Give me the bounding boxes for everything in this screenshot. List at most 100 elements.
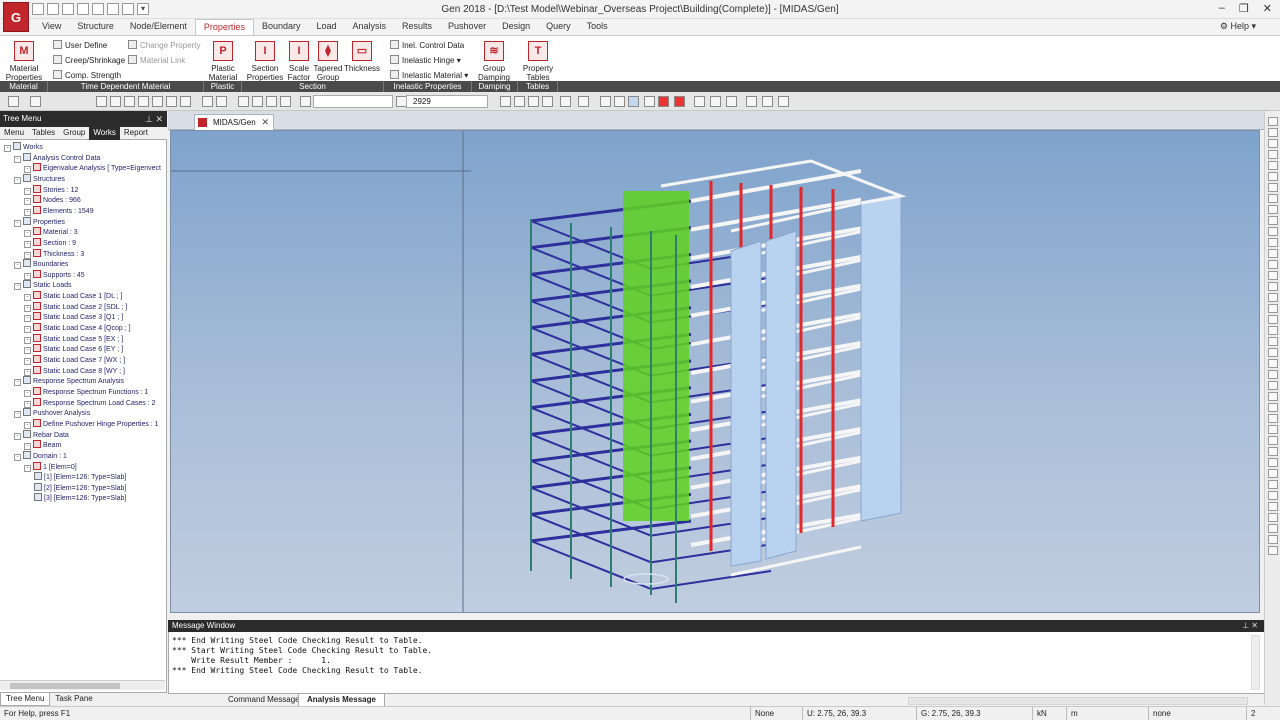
right-toolbar-button[interactable] (1268, 337, 1278, 346)
select-all-icon[interactable] (180, 96, 191, 107)
expand-toggle-icon[interactable]: - (24, 251, 31, 259)
rotate-icon[interactable] (542, 96, 553, 107)
tree-node[interactable]: - Section : 9 (24, 237, 76, 248)
structural-model[interactable] (171, 131, 1260, 613)
right-toolbar-button[interactable] (1268, 447, 1278, 456)
right-toolbar-button[interactable] (1268, 117, 1278, 126)
tree-node[interactable]: - Static Load Case 4 [Qcop ; ] (24, 323, 131, 334)
tree-horizontal-scrollbar[interactable] (0, 680, 165, 690)
activate-icon[interactable] (238, 96, 249, 107)
expand-toggle-icon[interactable]: - (14, 262, 21, 270)
expand-toggle-icon[interactable]: - (24, 166, 31, 174)
comp-strength-button[interactable]: Comp. Strength (53, 70, 121, 80)
tree-node[interactable]: - Properties (14, 216, 65, 227)
hidden-view-icon[interactable] (628, 96, 639, 107)
tree-node[interactable]: - Structures (14, 173, 65, 184)
tab-task-pane[interactable]: Task Pane (50, 693, 97, 706)
property-tables-button[interactable]: T Property Tables (520, 41, 556, 82)
expand-toggle-icon[interactable]: - (24, 326, 31, 334)
expand-toggle-icon[interactable]: - (24, 464, 31, 472)
tree-node[interactable]: - Beam (24, 440, 61, 451)
select-by-combo[interactable] (313, 95, 393, 108)
right-toolbar-button[interactable] (1268, 271, 1278, 280)
tab-view[interactable]: View (34, 19, 69, 35)
scale-factor-button[interactable]: I Scale Factor (285, 41, 313, 82)
right-toolbar-button[interactable] (1268, 425, 1278, 434)
close-icon[interactable]: ✕ (1251, 621, 1258, 630)
expand-toggle-icon[interactable]: - (24, 208, 31, 216)
expand-toggle-icon[interactable]: - (24, 389, 31, 397)
refresh-icon[interactable] (778, 96, 789, 107)
material-properties-button[interactable]: M Material Properties (5, 41, 43, 82)
right-toolbar-button[interactable] (1268, 370, 1278, 379)
thickness-button[interactable]: ▭ Thickness (344, 41, 380, 73)
creep-shrinkage-button[interactable]: Creep/Shrinkage (53, 55, 125, 65)
right-toolbar-button[interactable] (1268, 315, 1278, 324)
expand-toggle-icon[interactable]: - (14, 411, 21, 419)
tree-node[interactable]: - Works (4, 142, 43, 152)
force-unit-select[interactable]: kN (1032, 707, 1066, 720)
node-number-icon[interactable] (710, 96, 721, 107)
model-viewport[interactable] (170, 130, 1260, 613)
right-toolbar-button[interactable] (1268, 458, 1278, 467)
top-view-icon[interactable] (578, 96, 589, 107)
section-properties-button[interactable]: I Section Properties (245, 41, 285, 82)
tab-pushover[interactable]: Pushover (440, 19, 494, 35)
right-toolbar-button[interactable] (1268, 172, 1278, 181)
element-number-icon[interactable] (726, 96, 737, 107)
tree-node[interactable]: - Boundaries (14, 259, 68, 270)
tree-tab-tables[interactable]: Tables (28, 127, 59, 140)
expand-toggle-icon[interactable]: - (24, 315, 31, 323)
zoom-fit-icon[interactable] (500, 96, 511, 107)
message-window-body[interactable]: *** End Writing Steel Code Checking Resu… (168, 632, 1264, 693)
expand-toggle-icon[interactable]: - (24, 294, 31, 302)
message-vertical-scrollbar[interactable] (1251, 635, 1260, 690)
user-define-button[interactable]: User Define (53, 40, 107, 50)
app-logo[interactable]: G (3, 2, 29, 32)
right-toolbar-button[interactable] (1268, 183, 1278, 192)
tab-tree-menu[interactable]: Tree Menu (0, 693, 51, 706)
expand-toggle-icon[interactable]: - (24, 400, 31, 408)
tab-boundary[interactable]: Boundary (254, 19, 309, 35)
right-toolbar-button[interactable] (1268, 524, 1278, 533)
tab-results[interactable]: Results (394, 19, 440, 35)
tree-node[interactable]: - Eigenvalue Analysis [ Type=Eigenvect (24, 163, 161, 174)
expand-toggle-icon[interactable]: - (14, 432, 21, 440)
tree-node[interactable]: - Define Pushover Hinge Properties : 1 (24, 418, 159, 429)
right-toolbar-button[interactable] (1268, 161, 1278, 170)
tree-node[interactable]: - Pushover Analysis (14, 408, 90, 419)
close-icon[interactable]: ✕ (1263, 2, 1272, 15)
change-property-button[interactable]: Change Property (128, 40, 200, 50)
select-volume-icon[interactable] (166, 96, 177, 107)
scrollbar-thumb[interactable] (10, 683, 120, 689)
right-toolbar-button[interactable] (1268, 480, 1278, 489)
expand-toggle-icon[interactable]: - (24, 187, 31, 195)
right-toolbar-button[interactable] (1268, 128, 1278, 137)
invert-active-icon[interactable] (266, 96, 277, 107)
right-toolbar-button[interactable] (1268, 513, 1278, 522)
redo-icon[interactable] (30, 96, 41, 107)
filter-select[interactable]: none (1148, 707, 1178, 720)
activate-all-icon[interactable] (280, 96, 291, 107)
front-view-icon[interactable] (600, 96, 611, 107)
expand-toggle-icon[interactable]: - (14, 176, 21, 184)
pan-icon[interactable] (528, 96, 539, 107)
right-toolbar-button[interactable] (1268, 260, 1278, 269)
tree-node[interactable]: - Static Load Case 2 [SDL ; ] (24, 301, 127, 312)
tree-node[interactable]: - Rebar Data (14, 429, 69, 440)
select-window-icon[interactable] (110, 96, 121, 107)
tab-analysis[interactable]: Analysis (345, 19, 395, 35)
right-toolbar-button[interactable] (1268, 414, 1278, 423)
expand-toggle-icon[interactable]: - (14, 453, 21, 461)
tab-query[interactable]: Query (538, 19, 579, 35)
render-view-icon[interactable] (658, 96, 669, 107)
message-horizontal-scrollbar[interactable] (908, 697, 1248, 705)
select-intersect-icon[interactable] (138, 96, 149, 107)
tab-node-element[interactable]: Node/Element (122, 19, 195, 35)
expand-toggle-icon[interactable]: - (14, 379, 21, 387)
expand-toggle-icon[interactable]: - (24, 347, 31, 355)
right-toolbar-button[interactable] (1268, 282, 1278, 291)
inactivate-icon[interactable] (252, 96, 263, 107)
tree-node[interactable]: - Analysis Control Data (14, 152, 100, 163)
right-toolbar-button[interactable] (1268, 150, 1278, 159)
